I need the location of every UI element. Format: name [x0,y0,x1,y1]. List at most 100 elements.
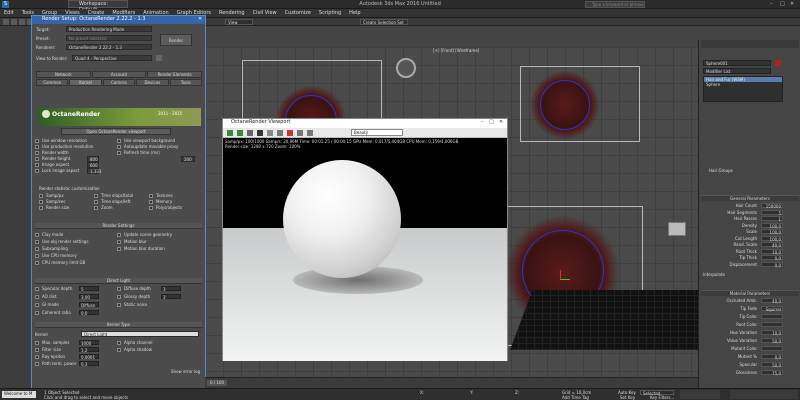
menu-item-help[interactable]: Help [345,9,364,17]
direct-light-header[interactable]: Direct Light [35,278,202,284]
checkbox[interactable] [35,287,39,291]
redo-icon[interactable] [11,19,17,25]
checkbox[interactable] [117,348,121,352]
tab-render-elements[interactable]: Render Elements [147,71,202,78]
param-spinner[interactable]: 0,0 [761,354,783,360]
checkbox[interactable] [117,139,121,143]
param-spinner[interactable]: 0,0 [761,255,783,261]
minimize-icon[interactable]: – [770,1,773,7]
modifier-list-dropdown[interactable]: Modifier List [703,68,771,74]
checkbox[interactable] [35,355,39,359]
param-spinner[interactable]: 75,0 [761,370,783,376]
checkbox[interactable] [149,206,153,210]
checkbox[interactable] [35,341,39,345]
checkbox[interactable] [39,200,43,204]
tab-common[interactable]: Common [36,79,69,86]
kernel-type-header[interactable]: Kernel Type [35,322,202,328]
option-value[interactable]: Diffuse [79,302,99,308]
octane-render-area[interactable]: Samp/px: 100/1000 Samp/s: 20,96M Time: 0… [223,138,507,361]
option-value[interactable]: 3,00 [79,294,99,300]
octane-window-title[interactable]: OctaneRender Viewport [223,119,507,128]
checkbox[interactable] [149,200,153,204]
tab-network[interactable]: Network [36,71,91,78]
option-value[interactable]: 3 [161,286,181,292]
param-spinner[interactable]: 10,0 [761,330,783,336]
option-value[interactable]: 0,3 [79,361,99,367]
checkbox[interactable] [35,145,39,149]
object-name-field[interactable]: Sphere001 [703,60,771,66]
maxscript-listener[interactable]: Welcome to M [2,391,36,398]
show-error-log-link[interactable]: Show error log [171,369,200,374]
checkbox[interactable] [35,295,39,299]
option-value[interactable]: 0,0001 [79,354,99,360]
menu-item-edit[interactable]: Edit [0,9,18,17]
view-cube-icon[interactable] [668,222,686,236]
refresh-time-field[interactable]: 200 [181,156,195,162]
checkbox[interactable] [117,341,121,345]
stop-icon[interactable] [247,130,253,136]
checkbox[interactable] [35,303,39,307]
checkbox[interactable] [35,311,39,315]
param-spinner[interactable]: 40,0 [761,298,783,304]
stack-item-sphere[interactable]: Sphere [704,82,782,87]
general-parameters-header[interactable]: General Parameters [701,195,799,201]
tab-tools[interactable]: Tools [169,79,202,86]
checkbox[interactable] [35,247,39,251]
camera-icon[interactable] [307,130,313,136]
checkbox[interactable] [35,254,39,258]
render-settings-header[interactable]: Render Settings [35,223,202,229]
checkbox[interactable] [35,233,39,237]
save-icon[interactable] [267,130,273,136]
menu-item-rendering[interactable]: Rendering [215,9,249,17]
search-input[interactable]: Type a keyword or phrase [585,1,645,8]
undo-icon[interactable] [3,19,9,25]
target-dropdown[interactable]: Production Rendering Mode [66,26,152,32]
param-spinner[interactable] [761,314,783,319]
playback-controls[interactable] [680,390,720,399]
checkbox[interactable] [35,151,39,155]
param-spinner[interactable]: Squirrel [761,306,783,312]
option-value[interactable]: 1,2 [79,347,99,353]
channel-dropdown[interactable]: Beauty [351,129,403,136]
interpolate-label[interactable]: Interpolate [703,272,725,277]
set-key-label[interactable]: Set Key [620,395,635,400]
checkbox[interactable] [94,206,98,210]
zoom-icon[interactable] [277,130,283,136]
settings-icon[interactable] [297,130,303,136]
command-panel-tabs[interactable] [701,40,799,48]
tab-devices[interactable]: Devices [136,79,169,86]
checkbox[interactable] [117,151,121,155]
checkbox[interactable] [35,362,39,366]
open-viewport-button[interactable]: Open OctaneRender viewport [61,128,171,135]
option-value[interactable]: 0,0 [79,310,99,316]
octane-close-icon[interactable]: ✕ [499,119,503,125]
param-spinner[interactable]: 100,0 [761,222,783,229]
checkbox[interactable] [117,295,121,299]
option-value[interactable]: 3 [161,294,181,300]
param-spinner[interactable]: 100,0 [761,235,783,242]
viewport-label[interactable]: [+] [Front] [Wireframe] [433,48,479,53]
tab-camera[interactable]: Camera [102,79,136,86]
link-icon[interactable] [19,19,25,25]
menu-item-scripting[interactable]: Scripting [315,9,345,17]
checkbox[interactable] [117,303,121,307]
checkbox[interactable] [117,240,121,244]
selection-set-dropdown[interactable]: Create Selection Set [360,19,408,25]
view-to-render-dropdown[interactable]: Quad 4 - Perspective [72,55,152,61]
pause-icon[interactable] [257,130,263,136]
checkbox[interactable] [117,145,121,149]
octane-minimize-icon[interactable]: – [481,119,484,125]
option-value[interactable]: 5 [79,286,99,292]
checkbox[interactable] [94,200,98,204]
kernel-dropdown[interactable]: Direct Light [81,331,199,337]
restart-icon[interactable] [237,130,243,136]
key-filters-button[interactable]: Key Filters... [650,395,674,400]
param-spinner[interactable]: 150000 [761,203,783,209]
param-spinner[interactable] [761,322,783,327]
checkbox[interactable] [35,157,39,161]
checkbox[interactable] [149,194,153,198]
view-dropdown[interactable]: View [225,19,253,25]
close-icon[interactable]: ✕ [790,1,794,7]
checkbox[interactable] [117,247,121,251]
checkbox[interactable] [117,233,121,237]
